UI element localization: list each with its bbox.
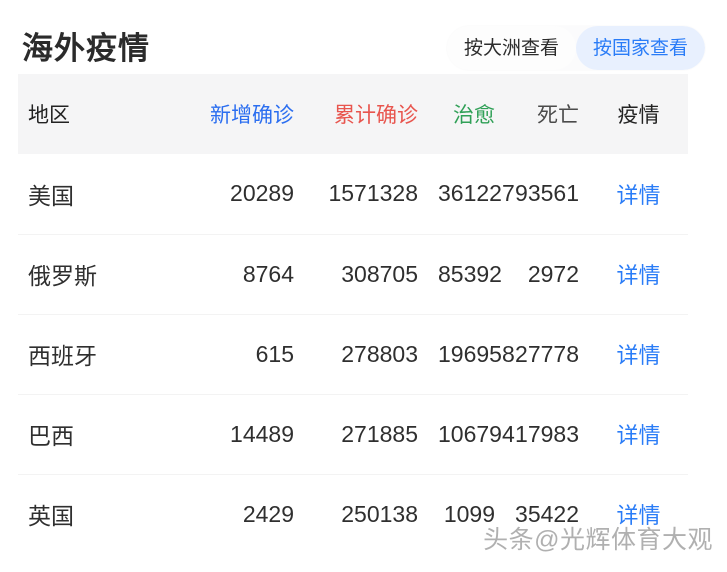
column-header-total-confirmed: 累计确诊: [304, 74, 428, 154]
cell-action: 详情: [589, 394, 688, 475]
detail-link[interactable]: 详情: [616, 343, 660, 368]
detail-link[interactable]: 详情: [616, 263, 660, 288]
page-header: 海外疫情 按大洲查看 按国家查看: [0, 0, 727, 74]
cell-action: 详情: [589, 154, 688, 235]
detail-link[interactable]: 详情: [616, 183, 660, 208]
cell-total-confirmed: 308705: [304, 234, 428, 315]
cell-cured: 85392: [428, 234, 505, 315]
detail-link[interactable]: 详情: [616, 423, 660, 448]
cell-deaths: 93561: [505, 154, 589, 235]
table-header: 地区 新增确诊 累计确诊 治愈 死亡 疫情: [18, 74, 688, 154]
cell-new-confirmed: 615: [189, 314, 304, 395]
table-row: 巴西 14489 271885 106794 17983 详情: [18, 394, 688, 475]
cell-deaths: 17983: [505, 394, 589, 475]
cell-cured: 196958: [428, 314, 515, 395]
cell-new-confirmed: 20289: [189, 154, 304, 235]
cell-region: 西班牙: [18, 314, 189, 395]
overseas-epidemic-table: 地区 新增确诊 累计确诊 治愈 死亡 疫情 美国 20289 1571328 3…: [18, 74, 688, 554]
cell-cured: 361227: [428, 154, 515, 235]
cell-cured: 1099: [428, 474, 505, 554]
table-header-row: 地区 新增确诊 累计确诊 治愈 死亡 疫情: [18, 74, 688, 154]
cell-new-confirmed: 14489: [189, 394, 304, 475]
table-row: 西班牙 615 278803 196958 27778 详情: [18, 314, 688, 395]
cell-deaths: 2972: [505, 234, 589, 315]
column-header-cured: 治愈: [428, 74, 505, 154]
cell-action: 详情: [589, 314, 688, 395]
table-row: 俄罗斯 8764 308705 85392 2972 详情: [18, 234, 688, 315]
cell-total-confirmed: 278803: [304, 314, 428, 395]
table-row: 美国 20289 1571328 361227 93561 详情: [18, 154, 688, 235]
covid-table-container: 地区 新增确诊 累计确诊 治愈 死亡 疫情 美国 20289 1571328 3…: [0, 74, 727, 554]
cell-cured: 106794: [428, 394, 515, 475]
table-row: 英国 2429 250138 1099 35422 详情: [18, 474, 688, 554]
cell-total-confirmed: 250138: [304, 474, 428, 554]
cell-region: 英国: [18, 474, 189, 554]
page-title: 海外疫情: [22, 30, 150, 66]
cell-new-confirmed: 2429: [189, 474, 304, 554]
view-mode-toggle-group[interactable]: 按大洲查看 按国家查看: [446, 26, 705, 70]
cell-action: 详情: [589, 234, 688, 315]
column-header-action: 疫情: [589, 74, 688, 154]
toggle-view-by-country[interactable]: 按国家查看: [575, 26, 705, 70]
cell-region: 俄罗斯: [18, 234, 189, 315]
cell-deaths: 35422: [505, 474, 589, 554]
cell-region: 美国: [18, 154, 189, 235]
cell-region: 巴西: [18, 394, 189, 475]
cell-action: 详情: [589, 474, 688, 554]
column-header-region: 地区: [18, 74, 189, 154]
column-header-deaths: 死亡: [505, 74, 589, 154]
cell-new-confirmed: 8764: [189, 234, 304, 315]
cell-total-confirmed: 1571328: [304, 154, 428, 235]
table-body: 美国 20289 1571328 361227 93561 详情 俄罗斯 876…: [18, 154, 688, 554]
toggle-view-by-continent[interactable]: 按大洲查看: [446, 26, 576, 70]
cell-deaths: 27778: [505, 314, 589, 395]
column-header-new-confirmed: 新增确诊: [189, 74, 304, 154]
cell-total-confirmed: 271885: [304, 394, 428, 475]
detail-link[interactable]: 详情: [616, 503, 660, 528]
